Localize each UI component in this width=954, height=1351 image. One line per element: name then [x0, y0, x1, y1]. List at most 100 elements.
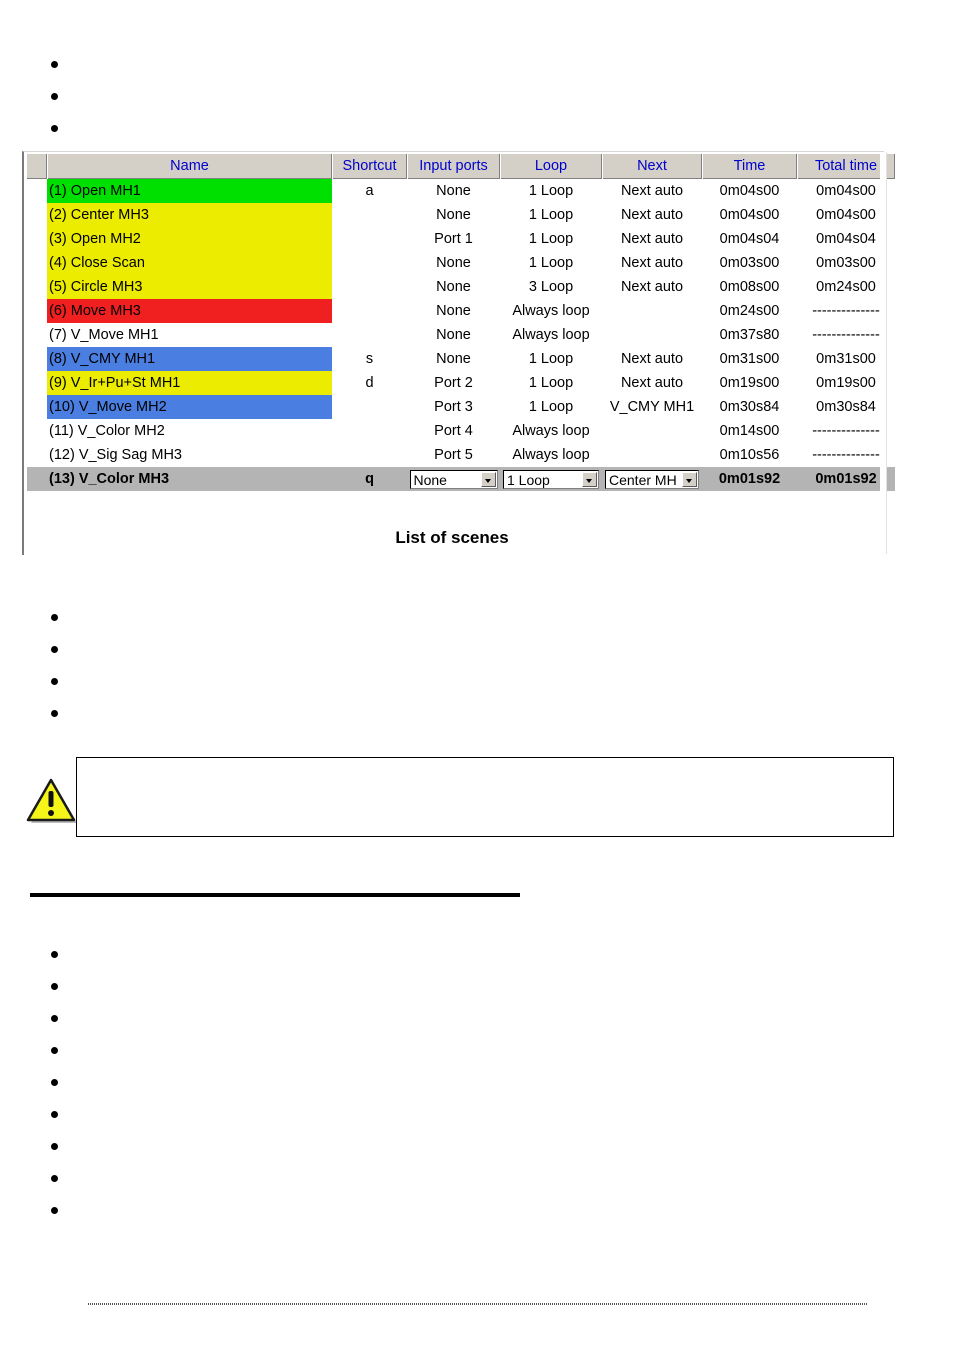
cell-loop[interactable]: 1 Loop [500, 371, 602, 395]
cell-loop[interactable]: 1 Loop [500, 467, 602, 491]
chevron-down-icon[interactable] [582, 471, 597, 487]
table-row[interactable]: (5) Circle MH3 None 3 Loop Next auto 0m08s00… [27, 275, 895, 299]
cell-input-ports[interactable]: None [407, 179, 500, 204]
cell-loop[interactable]: 1 Loop [500, 227, 602, 251]
cell-time[interactable]: 0m01s92 [702, 467, 797, 491]
cell-input-ports[interactable]: Port 4 [407, 419, 500, 443]
cell-next[interactable]: V_CMY MH1 [602, 395, 702, 419]
column-header-input-ports[interactable]: Input ports [407, 154, 501, 179]
table-row[interactable]: (3) Open MH2 Port 11 Loop Next auto 0m04s04… [27, 227, 895, 251]
cell-next[interactable]: Next auto [602, 371, 702, 395]
cell-shortcut[interactable] [332, 227, 407, 251]
cell-scene-name[interactable]: (7) V_Move MH1 [47, 323, 332, 347]
table-row[interactable]: (1) Open MH1 a None 1 Loop Next auto 0m04s00 0… [27, 178, 895, 204]
cell-scene-name[interactable]: (2) Center MH3 [47, 203, 332, 227]
cell-loop[interactable]: Always loop [500, 419, 602, 443]
cell-input-ports[interactable]: None [407, 467, 500, 491]
cell-next[interactable]: Next auto [602, 275, 702, 299]
cell-next[interactable]: Next auto [602, 179, 702, 204]
table-row[interactable]: (10) V_Move MH2 Port 31 Loop V_CMY MH1 0m30… [27, 395, 895, 419]
cell-scene-name[interactable]: (10) V_Move MH2 [47, 395, 332, 419]
table-corner-cell[interactable] [27, 154, 48, 179]
cell-time[interactable]: 0m30s84 [702, 395, 797, 419]
cell-shortcut[interactable] [332, 203, 407, 227]
column-header-loop[interactable]: Loop [500, 154, 603, 179]
cell-time[interactable]: 0m14s00 [702, 419, 797, 443]
cell-input-ports[interactable]: None [407, 347, 500, 371]
cell-scene-name[interactable]: (1) Open MH1 [47, 178, 332, 203]
chevron-down-icon[interactable] [682, 471, 697, 487]
cell-next[interactable]: Next auto [602, 251, 702, 275]
cell-input-ports[interactable]: None [407, 323, 500, 347]
cell-loop-dropdown[interactable]: 1 Loop [503, 469, 599, 489]
table-row[interactable]: (11) V_Color MH2 Port 4 Always loop 0m14s00… [27, 419, 895, 443]
cell-input-ports[interactable]: Port 5 [407, 443, 500, 467]
column-header-next[interactable]: Next [602, 154, 703, 179]
cell-next[interactable] [602, 323, 702, 347]
cell-input-ports[interactable]: None [407, 251, 500, 275]
cell-time[interactable]: 0m37s80 [702, 323, 797, 347]
cell-loop[interactable]: 1 Loop [500, 347, 602, 371]
cell-input-ports[interactable]: None [407, 275, 500, 299]
cell-loop[interactable]: Always loop [500, 299, 602, 323]
cell-scene-name[interactable]: (4) Close Scan [47, 251, 332, 275]
table-row[interactable]: (7) V_Move MH1 None Always loop 0m37s80 ----… [27, 323, 895, 347]
cell-loop[interactable]: 1 Loop [500, 179, 602, 204]
chevron-down-icon[interactable] [480, 471, 496, 487]
cell-time[interactable]: 0m19s00 [702, 371, 797, 395]
cell-scene-name[interactable]: (12) V_Sig Sag MH3 [47, 443, 332, 467]
cell-shortcut[interactable]: s [332, 347, 407, 371]
table-row[interactable]: (2) Center MH3 None 1 Loop Next auto 0m04s00… [27, 203, 895, 227]
cell-shortcut[interactable] [332, 419, 407, 443]
cell-input-ports[interactable]: None [407, 299, 500, 323]
cell-time[interactable]: 0m10s56 [702, 443, 797, 467]
cell-shortcut[interactable] [332, 299, 407, 323]
cell-time[interactable]: 0m31s00 [702, 347, 797, 371]
cell-input-ports-dropdown[interactable]: None [409, 469, 498, 489]
cell-time[interactable]: 0m04s00 [702, 203, 797, 227]
cell-scene-name[interactable]: (5) Circle MH3 [47, 275, 332, 299]
table-row[interactable]: (6) Move MH3 None Always loop 0m24s00 ------… [27, 299, 895, 323]
cell-loop[interactable]: Always loop [500, 323, 602, 347]
cell-scene-name[interactable]: (6) Move MH3 [47, 299, 332, 323]
cell-scene-name[interactable]: (3) Open MH2 [47, 227, 332, 251]
cell-shortcut[interactable]: d [332, 371, 407, 395]
cell-next[interactable]: Center MH [602, 467, 702, 491]
cell-scene-name[interactable]: (11) V_Color MH2 [47, 419, 332, 443]
cell-next[interactable]: Next auto [602, 347, 702, 371]
column-header-shortcut[interactable]: Shortcut [332, 154, 408, 179]
table-row[interactable]: (4) Close Scan None 1 Loop Next auto 0m03s00… [27, 251, 895, 275]
cell-next[interactable]: Next auto [602, 203, 702, 227]
cell-shortcut[interactable] [332, 443, 407, 467]
cell-next[interactable]: Next auto [602, 227, 702, 251]
cell-shortcut[interactable] [332, 395, 407, 419]
cell-next[interactable] [602, 299, 702, 323]
cell-scene-name[interactable]: (8) V_CMY MH1 [47, 347, 332, 371]
table-row[interactable]: (9) V_Ir+Pu+St MH1 d Port 21 Loop Next auto… [27, 371, 895, 395]
cell-time[interactable]: 0m04s04 [702, 227, 797, 251]
cell-loop[interactable]: 1 Loop [500, 203, 602, 227]
cell-input-ports[interactable]: None [407, 203, 500, 227]
column-header-time[interactable]: Time [702, 154, 798, 179]
cell-shortcut[interactable]: q [332, 467, 407, 491]
cell-input-ports[interactable]: Port 3 [407, 395, 500, 419]
cell-time[interactable]: 0m03s00 [702, 251, 797, 275]
cell-next-dropdown[interactable]: Center MH [605, 469, 699, 489]
cell-time[interactable]: 0m08s00 [702, 275, 797, 299]
cell-loop[interactable]: 1 Loop [500, 395, 602, 419]
cell-next[interactable] [602, 419, 702, 443]
table-row[interactable]: (13) V_Color MH3 q None 1 Loop Center MH 0m01… [27, 467, 895, 491]
cell-time[interactable]: 0m04s00 [702, 179, 797, 204]
cell-scene-name[interactable]: (9) V_Ir+Pu+St MH1 [47, 371, 332, 395]
column-header-name[interactable]: Name [47, 154, 333, 179]
cell-next[interactable] [602, 443, 702, 467]
table-row[interactable]: (12) V_Sig Sag MH3 Port 5 Always loop 0m10s… [27, 443, 895, 467]
cell-input-ports[interactable]: Port 2 [407, 371, 500, 395]
cell-scene-name[interactable]: (13) V_Color MH3 [47, 467, 332, 491]
cell-time[interactable]: 0m24s00 [702, 299, 797, 323]
table-row[interactable]: (8) V_CMY MH1 s None 1 Loop Next auto 0m31s00… [27, 347, 895, 371]
cell-loop[interactable]: 3 Loop [500, 275, 602, 299]
cell-shortcut[interactable] [332, 275, 407, 299]
cell-loop[interactable]: Always loop [500, 443, 602, 467]
cell-shortcut[interactable]: a [332, 179, 407, 204]
